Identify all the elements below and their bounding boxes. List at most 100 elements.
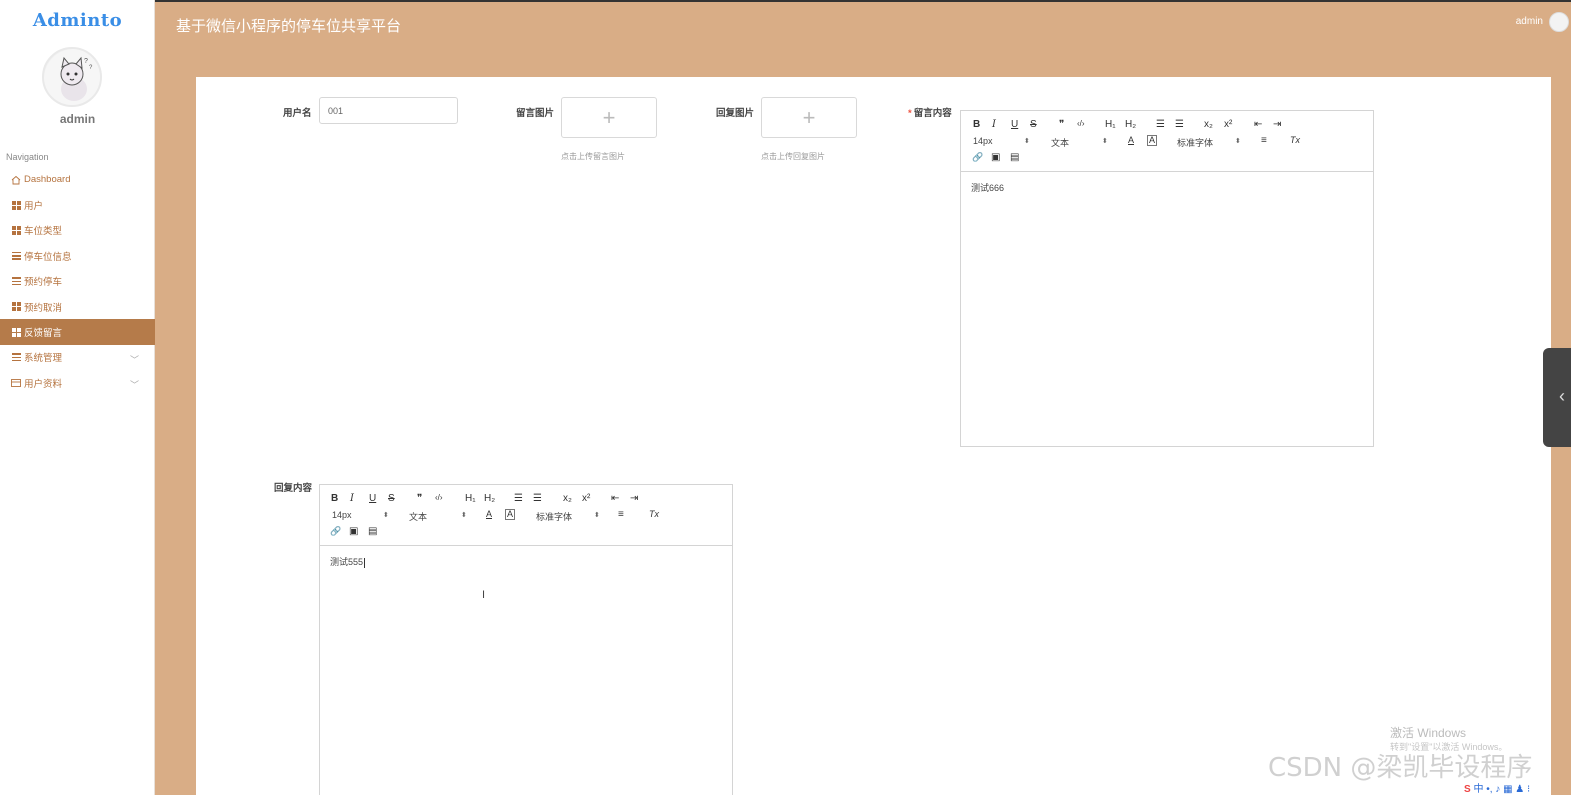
header-avatar[interactable] bbox=[1549, 12, 1569, 32]
font-size-select[interactable]: 14px bbox=[332, 510, 352, 520]
bullet-list-button[interactable]: ☰ bbox=[1175, 119, 1184, 130]
clean-format-button[interactable]: Tx bbox=[1290, 135, 1300, 145]
message-image-upload[interactable]: + bbox=[561, 97, 657, 138]
align-button[interactable]: ≡ bbox=[618, 509, 624, 520]
message-content-editor[interactable]: B I U S ❞ ‹/› H₁ H₂ ☰ ☰ x₂ x² ⇤ ⇥ 14px ⬍… bbox=[960, 110, 1374, 447]
message-content-label: * 留言内容 bbox=[908, 108, 952, 119]
video-icon[interactable]: ▤ bbox=[368, 526, 377, 537]
nav-item-label: 预约取消 bbox=[24, 302, 63, 314]
username-field[interactable]: 001 bbox=[319, 97, 458, 124]
nav-item-label: 车位类型 bbox=[24, 226, 63, 238]
nav-item-dashboard[interactable]: Dashboard bbox=[0, 167, 155, 192]
image-icon[interactable]: ▣ bbox=[349, 526, 358, 537]
underline-button[interactable]: U bbox=[369, 493, 376, 504]
drawer-toggle[interactable]: ‹ bbox=[1543, 348, 1571, 447]
background-color-button[interactable]: A bbox=[1147, 135, 1158, 146]
reply-image-hint: 点击上传回复图片 bbox=[761, 152, 825, 161]
code-button[interactable]: ‹/› bbox=[435, 493, 443, 502]
background-color-button[interactable]: A bbox=[505, 509, 516, 520]
ime-indicator-icons: 中 •, ♪ ▦ ♟ ⁝ bbox=[1473, 784, 1531, 795]
underline-button[interactable]: U bbox=[1011, 119, 1018, 130]
reply-image-upload[interactable]: + bbox=[761, 97, 857, 138]
windows-activation-title: 激活 Windows bbox=[1390, 726, 1467, 740]
reply-content-text[interactable]: 测试555 bbox=[330, 555, 366, 568]
header-username[interactable]: admin bbox=[1516, 16, 1543, 27]
align-button[interactable]: ≡ bbox=[1261, 135, 1267, 146]
grid-icon bbox=[11, 200, 21, 210]
plus-icon: + bbox=[802, 104, 816, 130]
nav-item-space-info[interactable]: 停车位信息 bbox=[0, 243, 155, 268]
reply-content-editor[interactable]: B I U S ❞ ‹/› H₁ H₂ ☰ ☰ x₂ x² ⇤ ⇥ 14px ⬍… bbox=[319, 484, 733, 795]
font-family-select[interactable]: 标准字体 bbox=[1177, 136, 1213, 149]
font-size-select[interactable]: 14px bbox=[973, 136, 993, 146]
nav-item-users[interactable]: 用户 bbox=[0, 192, 155, 217]
chevron-down-icon[interactable]: ﹀ bbox=[130, 378, 139, 391]
grid-icon bbox=[11, 225, 21, 235]
h1-button[interactable]: H₁ bbox=[1105, 119, 1116, 130]
list-icon bbox=[11, 251, 21, 261]
link-icon[interactable]: 🔗 bbox=[972, 152, 983, 163]
nav-item-label: Dashboard bbox=[24, 174, 71, 186]
message-image-label: 留言图片 bbox=[516, 108, 555, 119]
indent-button[interactable]: ⇥ bbox=[630, 493, 638, 504]
subscript-button[interactable]: x₂ bbox=[563, 493, 572, 504]
nav-item-label: 反馈留言 bbox=[24, 328, 63, 340]
text-color-button[interactable]: A bbox=[486, 509, 492, 519]
image-icon[interactable]: ▣ bbox=[991, 152, 1000, 163]
nav-heading: Navigation bbox=[6, 152, 49, 162]
clean-format-button[interactable]: Tx bbox=[649, 509, 659, 519]
link-icon[interactable]: 🔗 bbox=[330, 526, 341, 537]
quote-button[interactable]: ❞ bbox=[1059, 119, 1064, 130]
superscript-button[interactable]: x² bbox=[582, 493, 590, 504]
nav-item-profile[interactable]: 用户资料 ﹀ bbox=[0, 370, 155, 395]
superscript-button[interactable]: x² bbox=[1224, 119, 1232, 130]
code-button[interactable]: ‹/› bbox=[1077, 119, 1085, 128]
bullet-list-button[interactable]: ☰ bbox=[533, 493, 542, 504]
nav-item-feedback[interactable]: 反馈留言 bbox=[0, 319, 155, 345]
message-content-text[interactable]: 测试666 bbox=[971, 181, 1004, 194]
italic-button[interactable]: I bbox=[350, 493, 354, 504]
select-arrows-icon: ⬍ bbox=[461, 512, 467, 519]
bold-button[interactable]: B bbox=[331, 493, 338, 504]
list-icon bbox=[11, 276, 21, 286]
outdent-button[interactable]: ⇤ bbox=[1254, 119, 1262, 130]
nav-item-cancel-reservation[interactable]: 预约取消 bbox=[0, 294, 155, 319]
chevron-down-icon[interactable]: ﹀ bbox=[130, 353, 139, 366]
h2-button[interactable]: H₂ bbox=[1125, 119, 1136, 130]
quote-button[interactable]: ❞ bbox=[417, 493, 422, 504]
app-logo[interactable]: Adminto bbox=[0, 10, 155, 31]
subscript-button[interactable]: x₂ bbox=[1204, 119, 1213, 130]
outdent-button[interactable]: ⇤ bbox=[611, 493, 619, 504]
video-icon[interactable]: ▤ bbox=[1010, 152, 1019, 163]
editor-toolbar: B I U S ❞ ‹/› H₁ H₂ ☰ ☰ x₂ x² ⇤ ⇥ 14px ⬍… bbox=[320, 485, 732, 546]
indent-button[interactable]: ⇥ bbox=[1273, 119, 1281, 130]
font-family-select[interactable]: 标准字体 bbox=[536, 510, 572, 523]
form-card: 用户名 001 留言图片 + 点击上传留言图片 回复图片 + 点击上传回复图片 … bbox=[196, 77, 1551, 795]
ordered-list-button[interactable]: ☰ bbox=[514, 493, 523, 504]
header-select[interactable]: 文本 bbox=[409, 510, 427, 523]
ime-tray[interactable]: S 中 •, ♪ ▦ ♟ ⁝ bbox=[1464, 780, 1571, 795]
select-arrows-icon: ⬍ bbox=[1102, 138, 1108, 145]
message-image-hint: 点击上传留言图片 bbox=[561, 152, 625, 161]
nav-item-label: 预约停车 bbox=[24, 277, 63, 289]
nav-item-label: 停车位信息 bbox=[24, 251, 72, 263]
nav-item-space-types[interactable]: 车位类型 bbox=[0, 218, 155, 243]
home-icon bbox=[11, 175, 21, 185]
bold-button[interactable]: B bbox=[973, 119, 980, 130]
ibeam-cursor-icon: I bbox=[482, 589, 486, 601]
text-color-button[interactable]: A bbox=[1128, 135, 1134, 145]
nav-item-system[interactable]: 系统管理 ﹀ bbox=[0, 345, 155, 370]
select-arrows-icon: ⬍ bbox=[594, 512, 600, 519]
select-arrows-icon: ⬍ bbox=[1024, 138, 1030, 145]
sidebar: Adminto ? ? admin Navigation Dashboard 用… bbox=[0, 0, 155, 795]
nav-item-reservation[interactable]: 预约停车 bbox=[0, 269, 155, 294]
h2-button[interactable]: H₂ bbox=[484, 493, 495, 504]
ordered-list-button[interactable]: ☰ bbox=[1156, 119, 1165, 130]
h1-button[interactable]: H₁ bbox=[465, 493, 476, 504]
grid-icon bbox=[11, 327, 21, 337]
page-title: 基于微信小程序的停车位共享平台 bbox=[176, 18, 402, 35]
header-select[interactable]: 文本 bbox=[1051, 136, 1069, 149]
italic-button[interactable]: I bbox=[992, 119, 996, 130]
strike-button[interactable]: S bbox=[388, 493, 395, 504]
strike-button[interactable]: S bbox=[1030, 119, 1037, 130]
